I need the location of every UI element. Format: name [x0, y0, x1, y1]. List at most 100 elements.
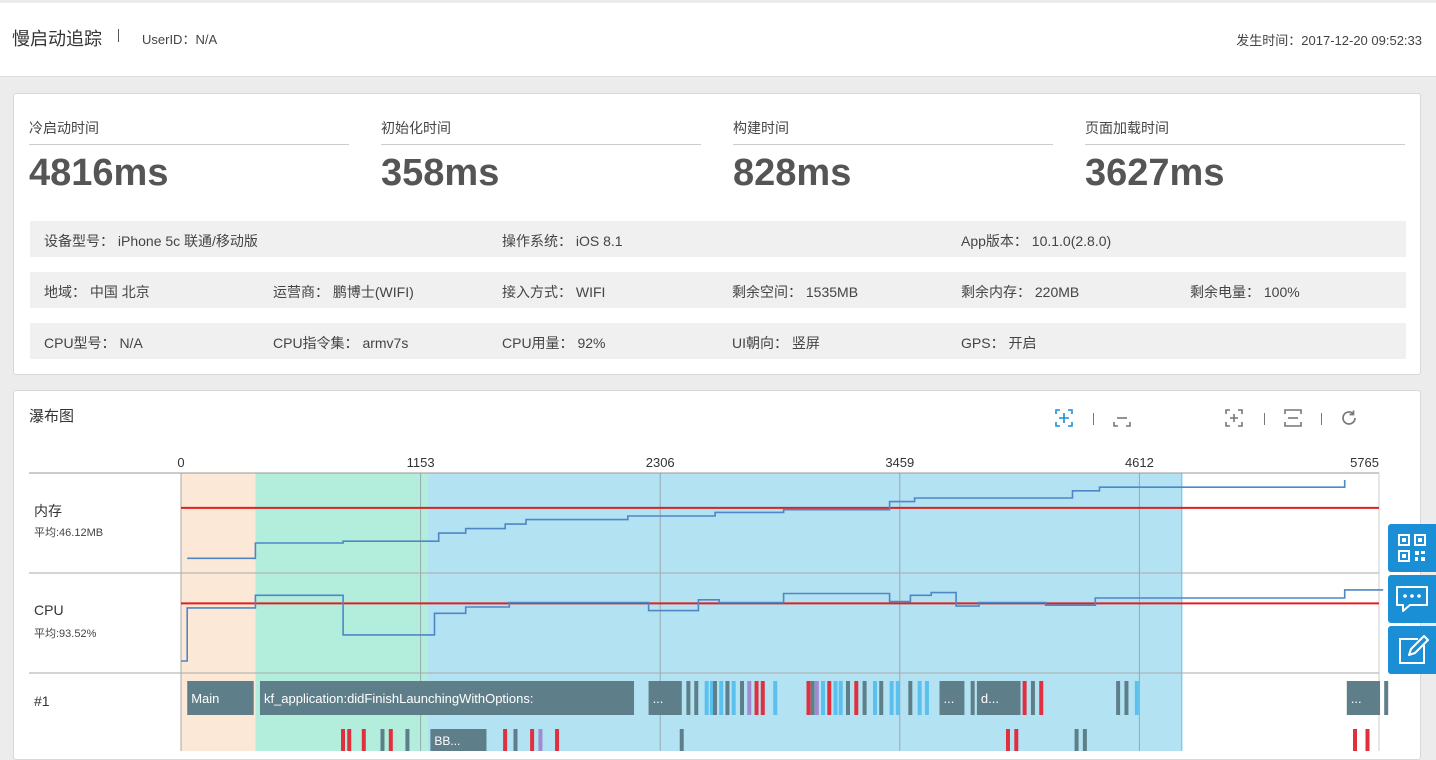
thread-call-stripe	[845, 681, 850, 715]
thread-call-stripe	[879, 681, 884, 715]
metric-label: 冷启动时间	[29, 118, 349, 145]
edit-icon	[1399, 635, 1429, 664]
thread-call-stripe	[760, 681, 765, 715]
thread-call-stripe	[719, 681, 724, 715]
thread-sub-call-stripe	[380, 729, 385, 751]
qrcode-button[interactable]	[1388, 524, 1436, 572]
thread-call-stripe	[908, 681, 913, 715]
thread-sub-call-stripe	[1353, 729, 1358, 751]
gps-status: GPS： 开启	[961, 335, 1037, 351]
thread-sub-call-stripe	[341, 729, 346, 751]
thread-block-label: Main	[191, 691, 219, 706]
metric-value: 828ms	[733, 152, 852, 194]
axis-tick-label: 4612	[1125, 455, 1154, 470]
thread-call-stripe	[747, 681, 752, 715]
thread-sub-call-stripe	[1365, 729, 1370, 751]
metric-label: 构建时间	[733, 118, 1053, 145]
free-memory: 剩余内存： 220MB	[961, 284, 1080, 300]
thread-block-label: d...	[981, 691, 999, 706]
axis-tick-label: 0	[177, 455, 184, 470]
thread-call-stripe	[1039, 681, 1044, 715]
thread-call-stripe	[1384, 681, 1389, 715]
device-info-row: 设备型号： iPhone 5c 联通/移动版 操作系统： iOS 8.1 App…	[30, 221, 1406, 257]
thread-sub-call-stripe	[513, 729, 518, 751]
thread-sub-block-label: BB...	[434, 734, 460, 748]
access-type: 接入方式： WIFI	[502, 284, 606, 300]
thread-call-stripe	[854, 681, 859, 715]
thread-call-stripe	[686, 681, 691, 715]
thread-block-label: kf_application:didFinishLaunchingWithOpt…	[264, 691, 534, 706]
thread-call-stripe	[754, 681, 759, 715]
axis-tick-label: 5765	[1350, 455, 1379, 470]
thread-call-stripe	[725, 681, 730, 715]
thread-sub-call-stripe	[679, 729, 684, 751]
page-title: 慢启动追踪	[12, 29, 102, 49]
occurred-time: 发生时间：2017-12-20 09:52:33	[1236, 33, 1422, 48]
thread-call-stripe	[1116, 681, 1121, 715]
device-model: 设备型号： iPhone 5c 联通/移动版	[44, 233, 258, 249]
thread-call-stripe	[712, 681, 717, 715]
thread-sub-call-stripe	[1014, 729, 1019, 751]
thread-call-stripe	[739, 681, 744, 715]
network-info-row: 地域： 中国 北京 运营商： 鹏博士(WIFI) 接入方式： WIFI 剩余空间…	[30, 272, 1406, 308]
page-header: 慢启动追踪 UserID：N/A 发生时间：2017-12-20 09:52:3…	[0, 3, 1436, 77]
thread-call-stripe	[704, 681, 709, 715]
thread-sub-call-stripe	[361, 729, 366, 751]
thread-call-stripe	[924, 681, 929, 715]
thread-call-stripe	[1022, 681, 1027, 715]
metric-label: 初始化时间	[381, 118, 701, 145]
edit-button[interactable]	[1388, 626, 1436, 674]
thread-sub-call-stripe	[530, 729, 535, 751]
cpu-instruction-set: CPU指令集： armv7s	[273, 335, 409, 351]
ui-orientation: UI朝向： 竖屏	[732, 335, 820, 351]
thread-call-stripe	[814, 681, 819, 715]
thread-call-stripe	[889, 681, 894, 715]
thread-call-stripe	[810, 681, 815, 715]
thread-call-stripe	[694, 681, 699, 715]
region: 地域： 中国 北京	[44, 284, 150, 300]
waterfall-panel: 瀑布图 内存 平均:46.12MB CPU 平均:93.52% #1 0 1153…	[13, 390, 1421, 760]
cpu-usage: CPU用量： 92%	[502, 335, 606, 351]
thread-call-stripe	[917, 681, 922, 715]
thread-call-stripe	[833, 681, 838, 715]
thread-call-stripe	[838, 681, 843, 715]
metrics-panel: 冷启动时间 4816ms 初始化时间 358ms 构建时间 828ms 页面加载…	[13, 93, 1421, 375]
free-storage: 剩余空间： 1535MB	[732, 284, 859, 300]
cpu-info-row: CPU型号： N/A CPU指令集： armv7s CPU用量： 92% UI朝…	[30, 323, 1406, 359]
thread-call-stripe	[895, 681, 900, 715]
waterfall-chart: 0 1153 2306 3459 4612 5765 Main kf_application:…	[29, 455, 1389, 751]
thread-sub-call-stripe	[1074, 729, 1079, 751]
os-version: 操作系统： iOS 8.1	[502, 233, 623, 249]
thread-block-label: ...	[653, 691, 664, 706]
thread-block-label: ...	[943, 691, 954, 706]
thread-call-stripe	[1030, 681, 1035, 715]
thread-call-stripe	[862, 681, 867, 715]
cpu-model: CPU型号： N/A	[44, 335, 143, 351]
thread-sub-call-stripe	[555, 729, 560, 751]
thread-call-stripe	[773, 681, 778, 715]
chat-icon	[1396, 586, 1428, 612]
thread-call-stripe	[806, 681, 811, 715]
thread-call-stripe	[821, 681, 826, 715]
battery-level: 剩余电量： 100%	[1190, 284, 1300, 300]
carrier: 运营商： 鹏博士(WIFI)	[273, 284, 414, 300]
thread-call-stripe	[827, 681, 832, 715]
thread-sub-call-stripe	[388, 729, 393, 751]
metric-build: 构建时间 828ms	[733, 118, 1053, 195]
metric-label: 页面加载时间	[1085, 118, 1405, 145]
thread-sub-call-stripe	[538, 729, 543, 751]
thread-sub-call-stripe	[503, 729, 508, 751]
qrcode-icon	[1398, 534, 1426, 562]
thread-sub-call-stripe	[347, 729, 352, 751]
metric-cold-start: 冷启动时间 4816ms	[29, 118, 349, 195]
thread-sub-call-stripe	[405, 729, 410, 751]
user-id: UserID：N/A	[142, 32, 218, 47]
thread-call-stripe	[872, 681, 877, 715]
axis-tick-label: 2306	[646, 455, 675, 470]
metric-value: 4816ms	[29, 152, 169, 194]
axis-tick-label: 3459	[885, 455, 914, 470]
feedback-chat-button[interactable]	[1388, 575, 1436, 623]
app-version: App版本： 10.1.0(2.8.0)	[961, 233, 1112, 249]
thread-sub-call-stripe	[1082, 729, 1087, 751]
thread-call-stripe	[731, 681, 736, 715]
